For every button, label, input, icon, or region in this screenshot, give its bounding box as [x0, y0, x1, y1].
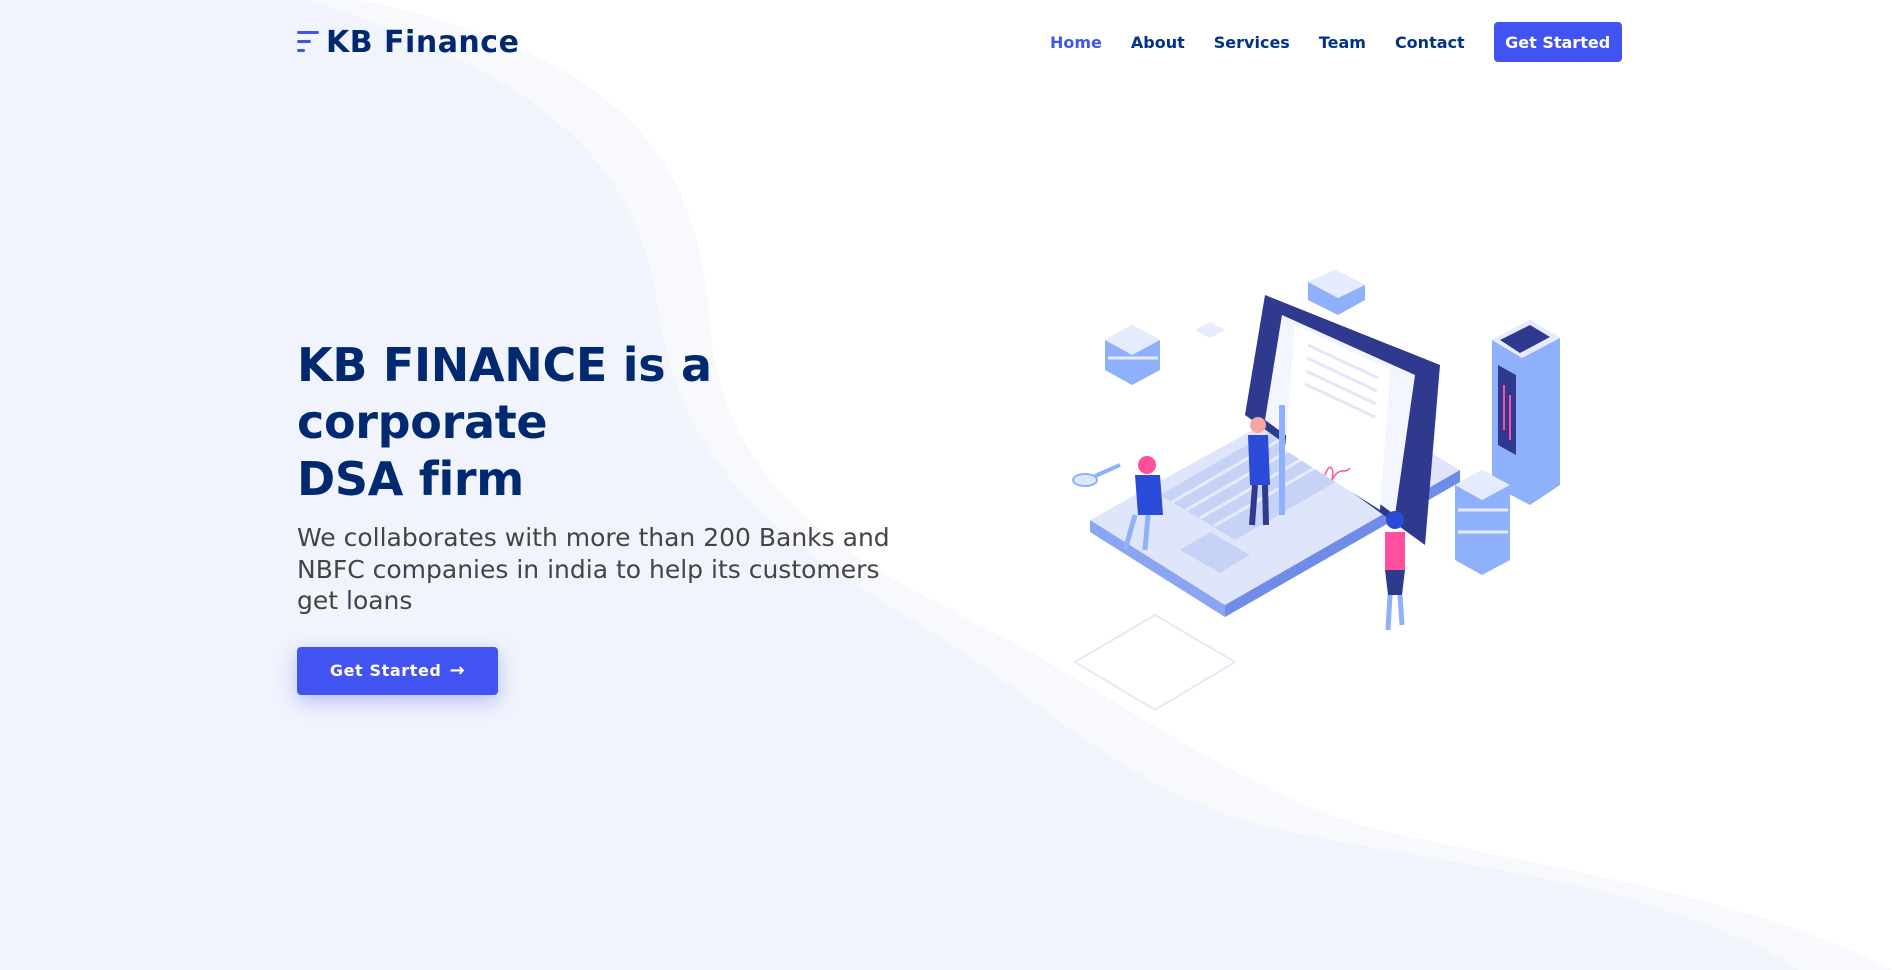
floor-tile-outline	[1073, 613, 1237, 710]
site-header: KB Finance Home About Services Team Cont…	[0, 0, 1892, 84]
nav-link-services[interactable]: Services	[1214, 33, 1290, 52]
nav-link-about[interactable]: About	[1131, 33, 1185, 52]
hero-button-label: Get Started	[329, 661, 442, 680]
nav-link-home[interactable]: Home	[1050, 33, 1102, 52]
hero-illustration	[1072, 270, 1560, 710]
nav-link-team[interactable]: Team	[1319, 33, 1366, 52]
floating-tile	[1195, 322, 1225, 338]
nav-get-started-button[interactable]: Get Started	[1493, 22, 1622, 62]
hero-subtitle: We collaborates with more than 200 Banks…	[297, 523, 890, 615]
hero-get-started-button[interactable]: Get Started →	[297, 646, 498, 695]
arrow-right-icon: →	[449, 659, 466, 681]
nav-link-contact[interactable]: Contact	[1395, 33, 1465, 52]
brand-name: KB Finance	[326, 24, 520, 60]
key-icon	[1072, 463, 1121, 487]
hero-title: KB FINANCE is a corporate DSA firm	[297, 337, 937, 508]
server-top	[1308, 270, 1365, 315]
person-walking	[1385, 511, 1405, 631]
hero-title-line2: DSA firm	[297, 452, 524, 506]
server-stack-left	[1105, 325, 1160, 385]
brand-logo[interactable]: KB Finance	[297, 22, 519, 62]
main-nav: Home About Services Team Contact Get Sta…	[1050, 21, 1622, 63]
logo-lines-icon	[297, 28, 319, 56]
server-stack-right	[1455, 470, 1510, 575]
hero-title-line1: KB FINANCE is a corporate	[297, 338, 712, 449]
hero-section: KB FINANCE is a corporate DSA firm We co…	[297, 337, 937, 695]
server-tower	[1492, 320, 1560, 505]
